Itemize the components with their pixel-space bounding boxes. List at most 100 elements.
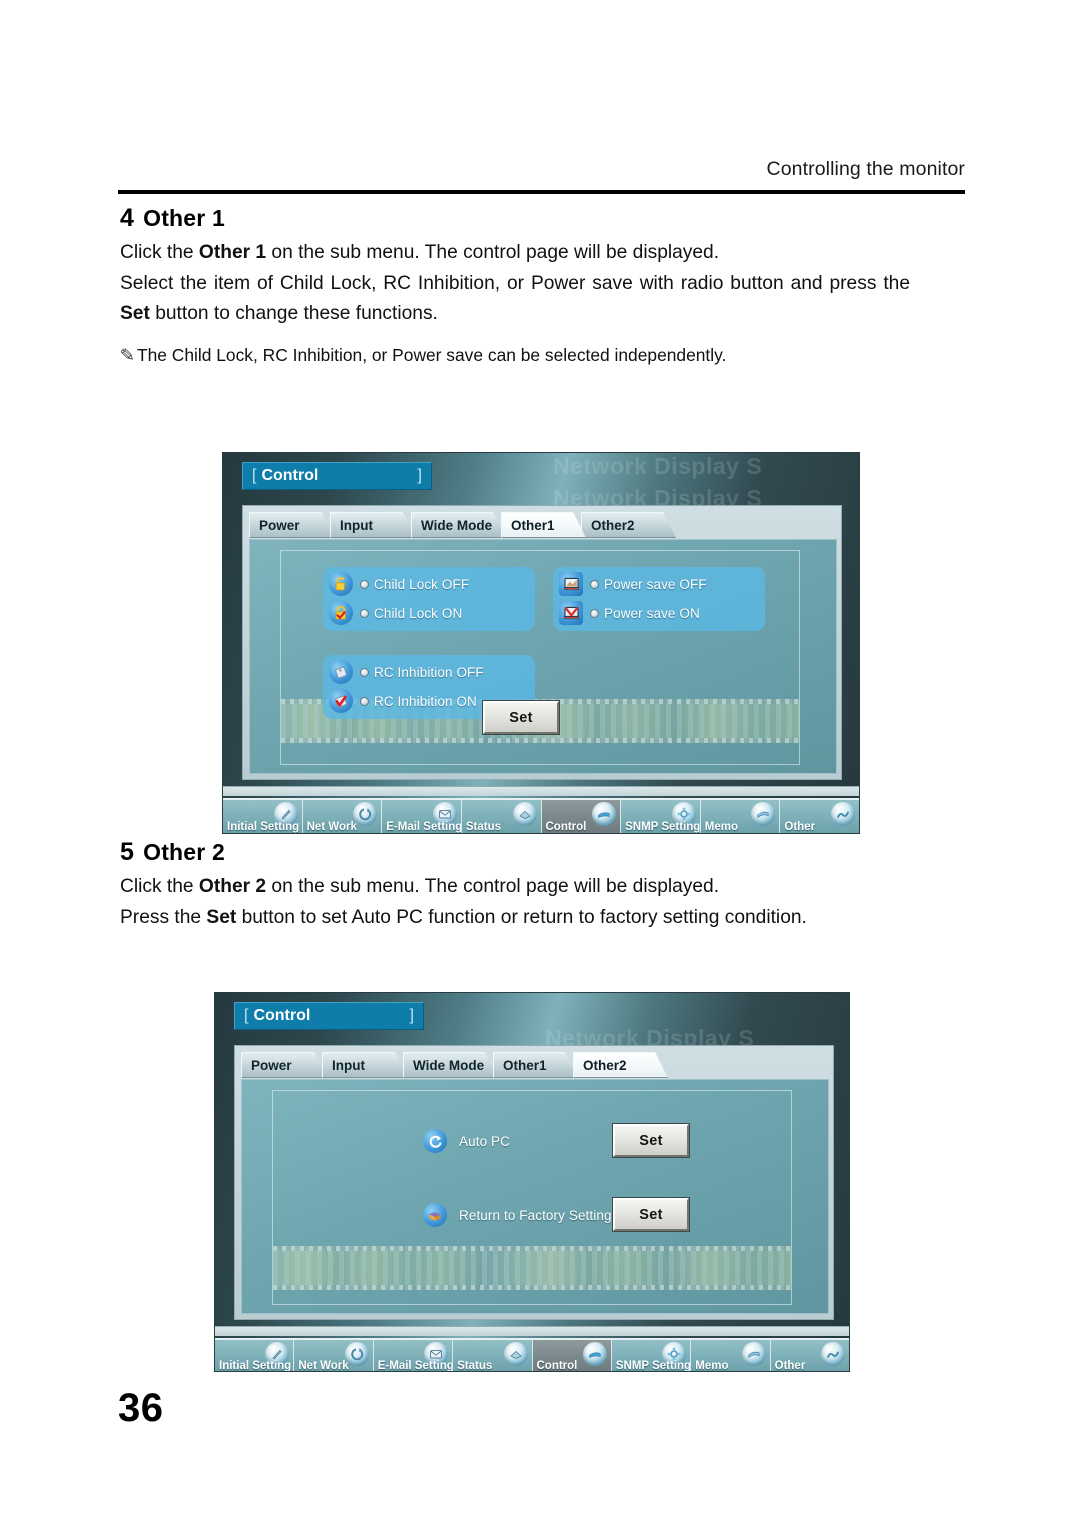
option-child-lock-on[interactable]: Child Lock ON [329, 601, 462, 625]
monitor-icon [559, 572, 583, 596]
tab-wide-mode-2[interactable]: Wide Mode [403, 1052, 498, 1078]
memo-icon-2 [741, 1342, 766, 1366]
bottom-nav-other2: Initial Setting Net Work E-Mail Setting [215, 1338, 849, 1371]
section-4-title: Other 1 [143, 205, 226, 231]
radio-child-lock-off[interactable] [360, 579, 369, 589]
window-title: Control [261, 467, 319, 484]
padlock-closed-icon [329, 601, 353, 625]
option-rc-inhibition-on[interactable]: RC Inhibition ON [329, 689, 477, 713]
other-icon [831, 802, 855, 826]
monitor-check-icon [559, 601, 583, 625]
control-panel-2: Power Input Wide Mode Other1 Other2 Auto… [234, 1045, 834, 1320]
option-power-save-on[interactable]: Power save ON [559, 601, 700, 625]
running-header: Controlling the monitor [766, 158, 965, 180]
nav-memo[interactable]: Memo [700, 800, 781, 833]
set-button-factory-reset[interactable]: Set [612, 1197, 690, 1232]
tab-other2-2[interactable]: Other2 [573, 1052, 668, 1078]
window-title-bar-2: [ Control ] [234, 1002, 424, 1030]
action-auto-pc: Auto PC [423, 1129, 510, 1153]
filmstrip-decoration-2 [273, 1246, 791, 1290]
power-save-group: Power save OFF Power save ON [553, 567, 765, 631]
nav-rail-2 [215, 1326, 849, 1336]
radio-power-save-off[interactable] [590, 579, 599, 589]
tab-power[interactable]: Power [249, 512, 335, 538]
section-4-body: Click the Other 1 on the sub menu. The c… [120, 238, 910, 330]
factory-reset-icon [423, 1203, 447, 1227]
child-lock-group: Child Lock OFF Child Lock ON [323, 567, 535, 631]
nav-email-setting[interactable]: E-Mail Setting [382, 800, 462, 833]
other-icon-2 [821, 1342, 845, 1366]
control-icon [592, 802, 617, 826]
nav-initial-setting-2[interactable]: Initial Setting [215, 1340, 295, 1371]
content-inner-frame-2: Auto PC Set Return to Factory Setting Se… [272, 1090, 792, 1305]
nav-control[interactable]: Control [541, 800, 622, 833]
label-child-lock-on: Child Lock ON [374, 605, 463, 621]
section-4-note: ✎ The Child Lock, RC Inhibition, or Power… [120, 343, 920, 367]
tab-input-2[interactable]: Input [322, 1052, 408, 1078]
tab-input[interactable]: Input [330, 512, 416, 538]
section-4-line-1: Click the Other 1 on the sub menu. The c… [120, 242, 720, 263]
section-5-line-2: Press the Set button to set Auto PC func… [120, 906, 807, 928]
screenshot-control-other1: Network Display S Network Display S [ Co… [222, 452, 860, 834]
section-4-line-2: Select the item of Child Lock, RC Inhibi… [120, 272, 910, 325]
tab-other1-2[interactable]: Other1 [493, 1052, 578, 1078]
header-rule [118, 190, 965, 194]
label-auto-pc: Auto PC [459, 1133, 510, 1149]
option-rc-inhibition-off[interactable]: RC Inhibition OFF [329, 660, 484, 684]
nav-status[interactable]: Status [461, 800, 542, 833]
label-power-save-off: Power save OFF [604, 576, 707, 592]
padlock-open-icon [329, 572, 353, 596]
nav-net-work[interactable]: Net Work [302, 800, 383, 833]
memo-icon [751, 802, 776, 826]
nav-control-2[interactable]: Control [532, 1340, 612, 1371]
tab-strip: Power Input Wide Mode Other1 Other2 [249, 512, 837, 538]
manual-page: Controlling the monitor 4 Other 1 Click t… [0, 0, 1080, 1529]
tab-content-other2: Auto PC Set Return to Factory Setting Se… [241, 1079, 829, 1314]
bracket-left-icon: [ [252, 467, 257, 484]
set-button-other1[interactable]: Set [482, 700, 560, 735]
remote-control-icon [329, 660, 353, 684]
screenshot-control-other2: Network Display S [ Control ] Power Inpu… [214, 992, 850, 1372]
nav-initial-setting[interactable]: Initial Setting [223, 800, 303, 833]
tab-other2[interactable]: Other2 [581, 512, 676, 538]
nav-net-work-2[interactable]: Net Work [294, 1340, 374, 1371]
section-5-heading: 5 Other 2 [120, 838, 225, 867]
tab-other1[interactable]: Other1 [501, 512, 586, 538]
bracket-right-icon-2: ] [409, 1007, 414, 1024]
bracket-left-icon-2: [ [244, 1007, 249, 1024]
nav-memo-2[interactable]: Memo [691, 1340, 771, 1371]
radio-rc-inhibition-off[interactable] [360, 667, 369, 677]
nav-snmp-setting[interactable]: SNMP Setting [621, 800, 701, 833]
nav-email-setting-2[interactable]: E-Mail Setting [373, 1340, 454, 1371]
section-4-note-text: The Child Lock, RC Inhibition, or Power … [137, 345, 727, 365]
option-child-lock-off[interactable]: Child Lock OFF [329, 572, 469, 596]
bracket-right-icon: ] [417, 467, 422, 484]
tab-wide-mode[interactable]: Wide Mode [411, 512, 506, 538]
label-power-save-on: Power save ON [604, 605, 700, 621]
tab-power-2[interactable]: Power [241, 1052, 327, 1078]
set-button-auto-pc[interactable]: Set [612, 1123, 690, 1158]
nav-snmp-setting-2[interactable]: SNMP Setting [611, 1340, 692, 1371]
control-panel: Power Input Wide Mode Other1 Other2 Chil… [242, 505, 842, 780]
radio-rc-inhibition-on[interactable] [360, 696, 369, 706]
nav-status-2[interactable]: Status [453, 1340, 533, 1371]
tab-content-other1: Child Lock OFF Child Lock ON RC Inhibiti… [249, 539, 837, 774]
label-rc-inhibition-off: RC Inhibition OFF [374, 664, 484, 680]
radio-power-save-on[interactable] [590, 608, 599, 618]
status-icon-2 [503, 1342, 528, 1366]
window-title-2: Control [253, 1007, 311, 1024]
auto-pc-icon [423, 1129, 447, 1153]
nav-other[interactable]: Other [780, 800, 859, 833]
remote-control-check-icon [329, 689, 353, 713]
content-inner-frame: Child Lock OFF Child Lock ON RC Inhibiti… [280, 550, 800, 765]
section-5-number: 5 [120, 838, 135, 866]
note-pencil-icon: ✎ [119, 345, 135, 365]
option-power-save-off[interactable]: Power save OFF [559, 572, 707, 596]
section-4-heading: 4 Other 1 [120, 204, 225, 233]
section-5-line-1: Click the Other 2 on the sub menu. The c… [120, 876, 720, 897]
page-number: 36 [118, 1386, 164, 1430]
window-title-bar: [ Control ] [242, 462, 432, 490]
control-icon-2 [582, 1342, 607, 1366]
radio-child-lock-on[interactable] [360, 608, 369, 618]
nav-other-2[interactable]: Other [770, 1340, 849, 1371]
